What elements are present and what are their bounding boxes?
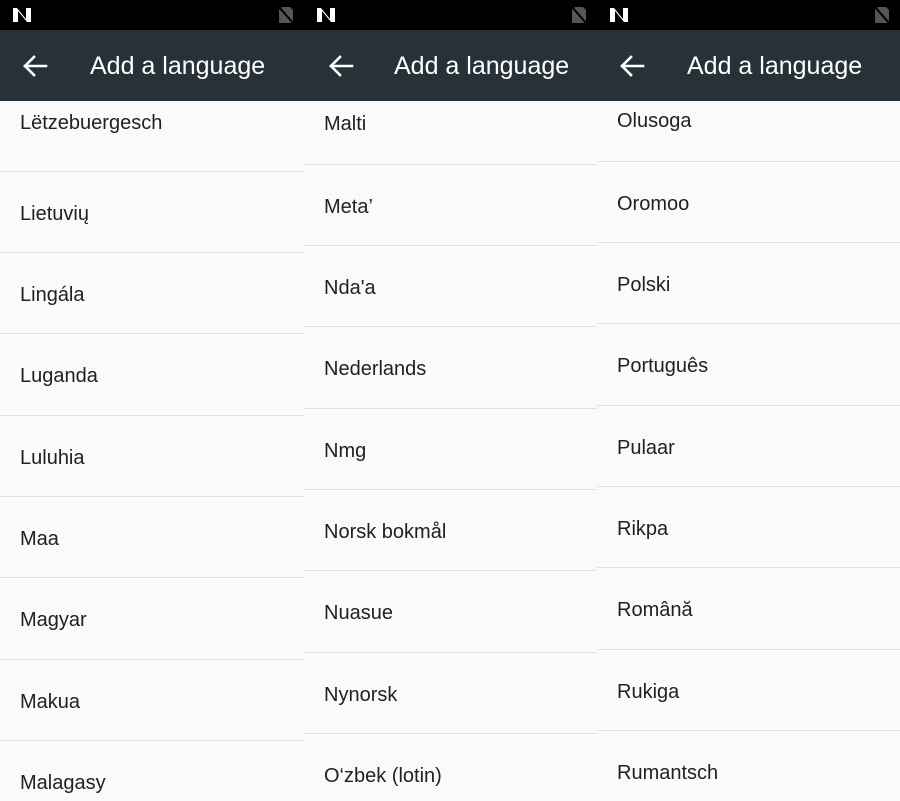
language-item[interactable]: Nda'a [304,246,597,327]
no-sim-icon [278,6,294,24]
language-item[interactable]: Pulaar [597,406,900,487]
n-logo-icon [317,8,335,22]
app-bar: Add a language [597,30,900,101]
language-item[interactable]: Luluhia [0,416,304,497]
status-bar [597,0,900,30]
language-item[interactable]: Oromoo [597,162,900,243]
language-item[interactable]: Nmg [304,409,597,490]
language-item[interactable]: Norsk bokmål [304,490,597,571]
back-arrow-icon[interactable] [619,54,645,78]
page-title: Add a language [90,52,266,80]
language-item[interactable]: Nuasue [304,572,597,653]
back-arrow-icon[interactable] [22,54,48,78]
language-item[interactable]: Nynorsk [304,653,597,734]
language-item[interactable]: Luganda [0,335,304,416]
app-bar: Add a language [304,30,597,101]
language-item[interactable]: Nederlands [304,328,597,409]
no-sim-icon [571,6,587,24]
app-bar: Add a language [0,30,304,101]
language-item[interactable]: Rumantsch [597,731,900,801]
status-bar [0,0,304,30]
back-arrow-icon[interactable] [328,54,354,78]
n-logo-icon [610,8,628,22]
language-item[interactable]: Maa [0,497,304,578]
language-screen-1: Add a language Lëtzebuergesch Lietuvių L… [0,0,304,801]
page-title: Add a language [394,52,570,80]
language-item[interactable]: Meta’ [304,165,597,246]
language-screen-3: Add a language Olusoga Oromoo Polski Por… [597,0,900,801]
language-list: Malti Meta’ Nda'a Nederlands Nmg Norsk b… [304,101,597,801]
language-item[interactable]: Română [597,569,900,650]
language-list: Lëtzebuergesch Lietuvių Lingála Luganda … [0,101,304,801]
n-logo-icon [13,8,31,22]
language-item[interactable]: Rukiga [597,650,900,731]
language-item[interactable]: Polski [597,243,900,324]
language-item[interactable]: O‘zbek (lotin) [304,734,597,801]
page-title: Add a language [687,52,863,80]
status-bar [304,0,597,30]
language-item[interactable]: Malagasy [0,741,304,801]
language-screen-2: Add a language Malti Meta’ Nda'a Nederla… [304,0,597,801]
language-item[interactable]: Lietuvių [0,172,304,253]
language-item[interactable]: Magyar [0,579,304,660]
language-list: Olusoga Oromoo Polski Português Pulaar R… [597,101,900,801]
language-item[interactable]: Lëtzebuergesch [0,101,304,172]
language-item[interactable]: Português [597,325,900,406]
language-item[interactable]: Olusoga [597,101,900,162]
no-sim-icon [874,6,890,24]
language-item[interactable]: Lingála [0,253,304,334]
language-item[interactable]: Rikpa [597,487,900,568]
language-item[interactable]: Makua [0,660,304,741]
language-item[interactable]: Malti [304,101,597,165]
